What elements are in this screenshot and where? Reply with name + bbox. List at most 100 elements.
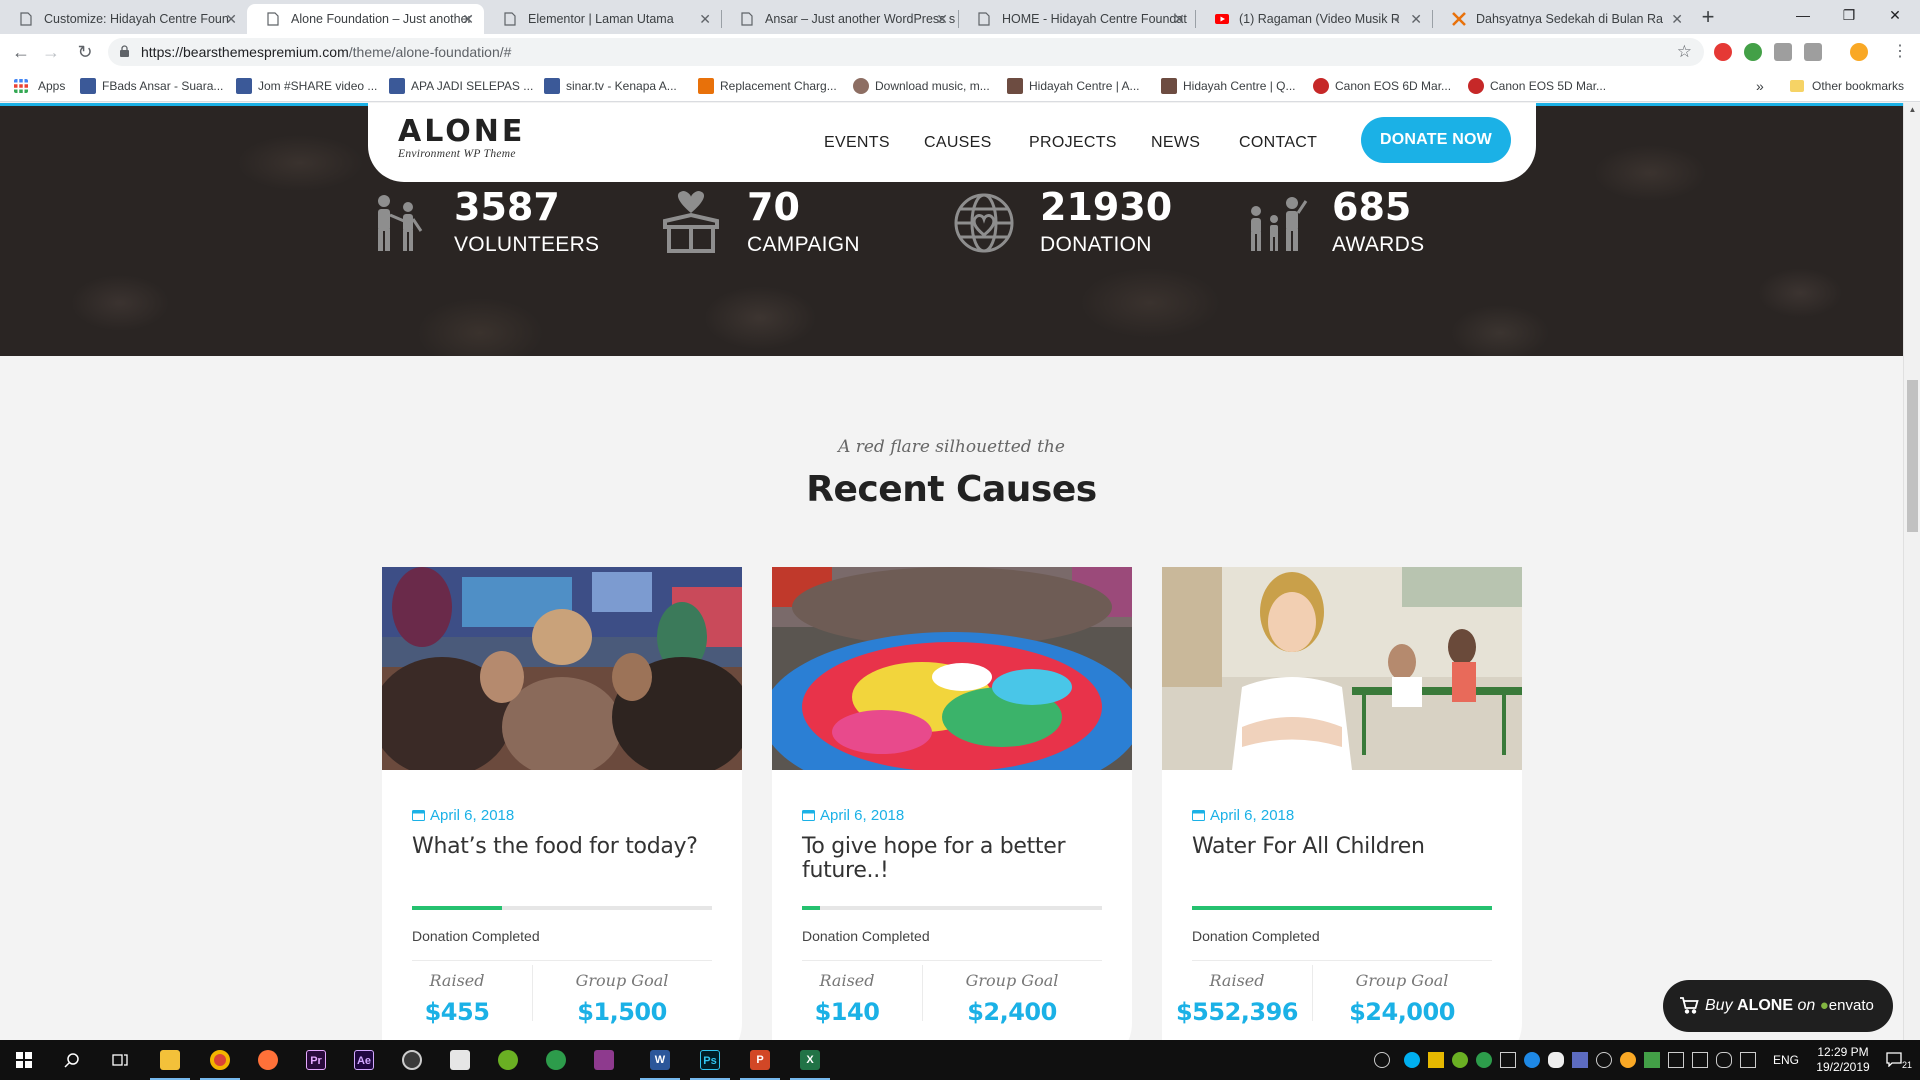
browser-tab-active[interactable]: Alone Foundation – Just another ✕ <box>247 4 484 34</box>
taskbar-mail[interactable] <box>436 1040 484 1080</box>
close-icon[interactable]: ✕ <box>1410 4 1422 34</box>
donate-now-button[interactable]: DONATE NOW <box>1361 117 1511 163</box>
page-scrollbar[interactable]: ▲ <box>1903 103 1920 1040</box>
bookmark-apps[interactable]: Apps <box>14 70 65 102</box>
skype-icon[interactable] <box>1404 1052 1420 1068</box>
scroll-up-icon[interactable]: ▲ <box>1904 105 1920 114</box>
taskbar-green-app[interactable] <box>484 1040 532 1080</box>
display-icon[interactable] <box>1692 1052 1708 1068</box>
taskbar-after-effects[interactable]: Ae <box>340 1040 388 1080</box>
cause-card[interactable]: April 6, 2018 Water For All Children Don… <box>1162 567 1522 1040</box>
close-icon[interactable]: ✕ <box>936 4 948 34</box>
bookmark-item[interactable]: FBads Ansar - Suara... <box>80 70 223 102</box>
bookmark-item[interactable]: Hidayah Centre | Q... <box>1161 70 1296 102</box>
bluetooth-icon[interactable] <box>1524 1052 1540 1068</box>
browser-tab[interactable]: Elementor | Laman Utama ✕ <box>484 4 721 34</box>
taskbar-chrome[interactable] <box>196 1040 244 1080</box>
tray-globe-icon[interactable] <box>1476 1052 1492 1068</box>
close-icon[interactable]: ✕ <box>699 4 711 34</box>
usb-icon[interactable] <box>1500 1052 1516 1068</box>
extension-globe-icon[interactable] <box>1744 43 1762 61</box>
tray-app2-icon[interactable] <box>1572 1052 1588 1068</box>
cause-title[interactable]: To give hope for a better future..! <box>802 835 1102 883</box>
cause-image[interactable] <box>1162 567 1522 770</box>
scrollbar-thumb[interactable] <box>1907 380 1918 532</box>
cause-card[interactable]: April 6, 2018 What’s the food for today?… <box>382 567 742 1040</box>
cause-title[interactable]: Water For All Children <box>1192 835 1492 859</box>
star-icon[interactable]: ☆ <box>1677 38 1692 66</box>
new-tab-button[interactable]: + <box>1693 2 1723 32</box>
wifi-icon[interactable] <box>1716 1052 1732 1068</box>
browser-tab[interactable]: HOME - Hidayah Centre Foundat ✕ <box>958 4 1195 34</box>
facebook-ext-icon[interactable] <box>1774 43 1792 61</box>
back-arrow-icon[interactable]: ← <box>7 38 35 66</box>
tray-app3-icon[interactable] <box>1668 1052 1684 1068</box>
close-window-button[interactable]: ✕ <box>1872 0 1918 30</box>
tray-chrome-icon[interactable] <box>1620 1052 1636 1068</box>
minimize-button[interactable]: — <box>1780 0 1826 30</box>
volume-icon[interactable] <box>1740 1052 1756 1068</box>
cause-image[interactable] <box>382 567 742 770</box>
people-icon[interactable] <box>1374 1052 1390 1068</box>
bookmark-item[interactable]: Canon EOS 5D Mar... <box>1468 70 1606 102</box>
bookmark-item[interactable]: sinar.tv - Kenapa A... <box>544 70 677 102</box>
bookmark-item[interactable]: Replacement Charg... <box>698 70 837 102</box>
forward-arrow-icon[interactable]: → <box>37 38 65 66</box>
close-icon[interactable]: ✕ <box>462 4 474 34</box>
nav-causes[interactable]: CAUSES <box>924 103 992 182</box>
start-button[interactable] <box>0 1040 48 1080</box>
bookmark-item[interactable]: Hidayah Centre | A... <box>1007 70 1140 102</box>
nav-events[interactable]: EVENTS <box>824 103 890 182</box>
tray-app-icon[interactable] <box>1428 1052 1444 1068</box>
taskbar-word[interactable]: W <box>636 1040 684 1080</box>
bookmark-item[interactable]: Canon EOS 6D Mar... <box>1313 70 1451 102</box>
speaker-icon[interactable]: 🔈︎ <box>1395 4 1402 34</box>
nav-projects[interactable]: PROJECTS <box>1029 103 1117 182</box>
taskbar-winrar[interactable] <box>580 1040 628 1080</box>
menu-dots-icon[interactable]: ⋮ <box>1886 38 1914 66</box>
camera-icon[interactable] <box>1804 43 1822 61</box>
other-bookmarks[interactable]: Other bookmarks <box>1790 70 1904 102</box>
nav-news[interactable]: NEWS <box>1151 103 1200 182</box>
address-bar[interactable]: https://bearsthemespremium.com/theme/alo… <box>108 38 1704 66</box>
bookmark-item[interactable]: Jom #SHARE video ... <box>236 70 377 102</box>
bookmark-item[interactable]: Download music, m... <box>853 70 990 102</box>
browser-tab[interactable]: (1) Ragaman (Video Musik R 🔈︎ ✕ <box>1195 4 1432 34</box>
browser-tab[interactable]: Customize: Hidayah Centre Foun ✕ <box>0 4 247 34</box>
clock[interactable]: 12:29 PM 19/2/2019 <box>1808 1045 1878 1075</box>
nav-contact[interactable]: CONTACT <box>1239 103 1317 182</box>
language-indicator[interactable]: ENG <box>1773 1040 1799 1080</box>
browser-tab[interactable]: Ansar – Just another WordPress s ✕ <box>721 4 958 34</box>
taskbar-firefox[interactable] <box>244 1040 292 1080</box>
restore-button[interactable]: ❐ <box>1826 0 1872 30</box>
adblock-icon[interactable] <box>1714 43 1732 61</box>
cause-title[interactable]: What’s the food for today? <box>412 835 712 859</box>
site-logo[interactable]: ALONE Environment WP Theme <box>398 117 525 161</box>
close-icon[interactable]: ✕ <box>225 4 237 34</box>
buy-on-envato-button[interactable]: Buy ALONE on ●envato <box>1663 980 1893 1032</box>
taskbar-excel[interactable]: X <box>786 1040 834 1080</box>
taskbar-photoshop[interactable]: Ps <box>686 1040 734 1080</box>
cause-card[interactable]: April 6, 2018 To give hope for a better … <box>772 567 1132 1040</box>
close-icon[interactable]: ✕ <box>1671 4 1683 34</box>
tray-green-icon[interactable] <box>1452 1052 1468 1068</box>
taskbar-globe-app[interactable] <box>532 1040 580 1080</box>
browser-tab[interactable]: Dahsyatnya Sedekah di Bulan Ra ✕ <box>1432 4 1693 34</box>
taskbar-powerpoint[interactable]: P <box>736 1040 784 1080</box>
goal-label: Group Goal <box>575 971 669 990</box>
cause-image[interactable] <box>772 567 1132 770</box>
profile-avatar-icon[interactable] <box>1850 43 1868 61</box>
bookmark-item[interactable]: APA JADI SELEPAS ... <box>389 70 533 102</box>
bookmarks-overflow-chevron-icon[interactable]: » <box>1756 70 1764 102</box>
search-button[interactable] <box>48 1040 96 1080</box>
taskbar-file-explorer[interactable] <box>146 1040 194 1080</box>
taskbar-premiere[interactable]: Pr <box>292 1040 340 1080</box>
action-center-button[interactable]: 21 <box>1872 1040 1920 1080</box>
taskbar-obs[interactable] <box>388 1040 436 1080</box>
reload-icon[interactable]: ↻ <box>71 38 99 66</box>
close-icon[interactable]: ✕ <box>1173 4 1185 34</box>
task-view-button[interactable] <box>96 1040 144 1080</box>
network-icon[interactable] <box>1596 1052 1612 1068</box>
battery-icon[interactable] <box>1644 1052 1660 1068</box>
cloud-icon[interactable] <box>1548 1052 1564 1068</box>
